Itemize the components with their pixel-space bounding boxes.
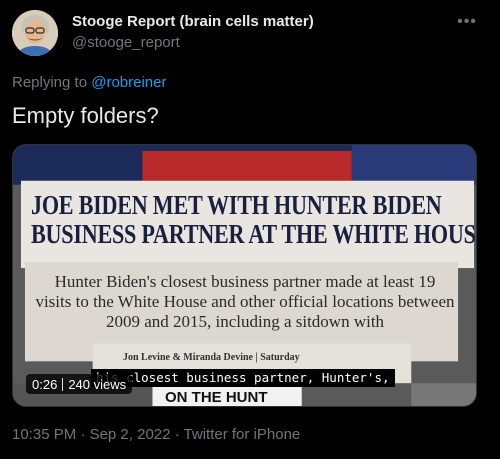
more-options-icon: ••• [457,13,477,30]
tweet-text: Empty folders? [12,103,159,128]
video-byline: Jon Levine & Miranda Devine | Saturday [123,352,300,363]
time-date-separator: · [76,426,90,443]
video-views: 240 views [68,376,127,392]
video-player[interactable]: JOE BIDEN MET WITH HUNTER BIDEN BUSINESS… [12,144,477,407]
video-caption: his closest business partner, Hunter's, [91,369,395,387]
tweet-timestamp: 10:35 PM · Sep 2, 2022 · Twitter for iPh… [12,426,300,443]
avatar[interactable] [12,10,58,56]
date-source-separator: · [170,426,184,443]
tweet: Stooge Report (brain cells matter) @stoo… [0,0,500,459]
video-badge: 0:26 240 views [26,374,133,394]
video-lower-third: ON THE HUNT [165,389,268,406]
headline-line-2: BUSINESS PARTNER AT THE WHITE HOUSE [31,219,477,249]
tweet-time: 10:35 PM [12,426,77,443]
headline-line-1: JOE BIDEN MET WITH HUNTER BIDEN [31,190,442,220]
video-body-text: Hunter Biden's closest business partner … [35,272,455,331]
video-duration: 0:26 [32,376,58,392]
avatar-portrait-icon [12,10,58,56]
reply-to-link[interactable]: @robreiner [91,74,166,91]
badge-divider [62,377,64,391]
tweet-source: Twitter for iPhone [183,426,301,443]
author-handle[interactable]: @stooge_report [72,34,180,51]
tweet-date: Sep 2, 2022 [89,426,171,443]
author-display-name[interactable]: Stooge Report (brain cells matter) [72,13,314,30]
video-headline: JOE BIDEN MET WITH HUNTER BIDEN BUSINESS… [31,190,477,249]
tweet-time-link[interactable]: 10:35 PM · Sep 2, 2022 [12,426,170,443]
more-options-button[interactable]: ••• [453,8,481,36]
reply-context: Replying to @robreiner [12,74,166,91]
reply-prefix: Replying to [12,74,88,91]
